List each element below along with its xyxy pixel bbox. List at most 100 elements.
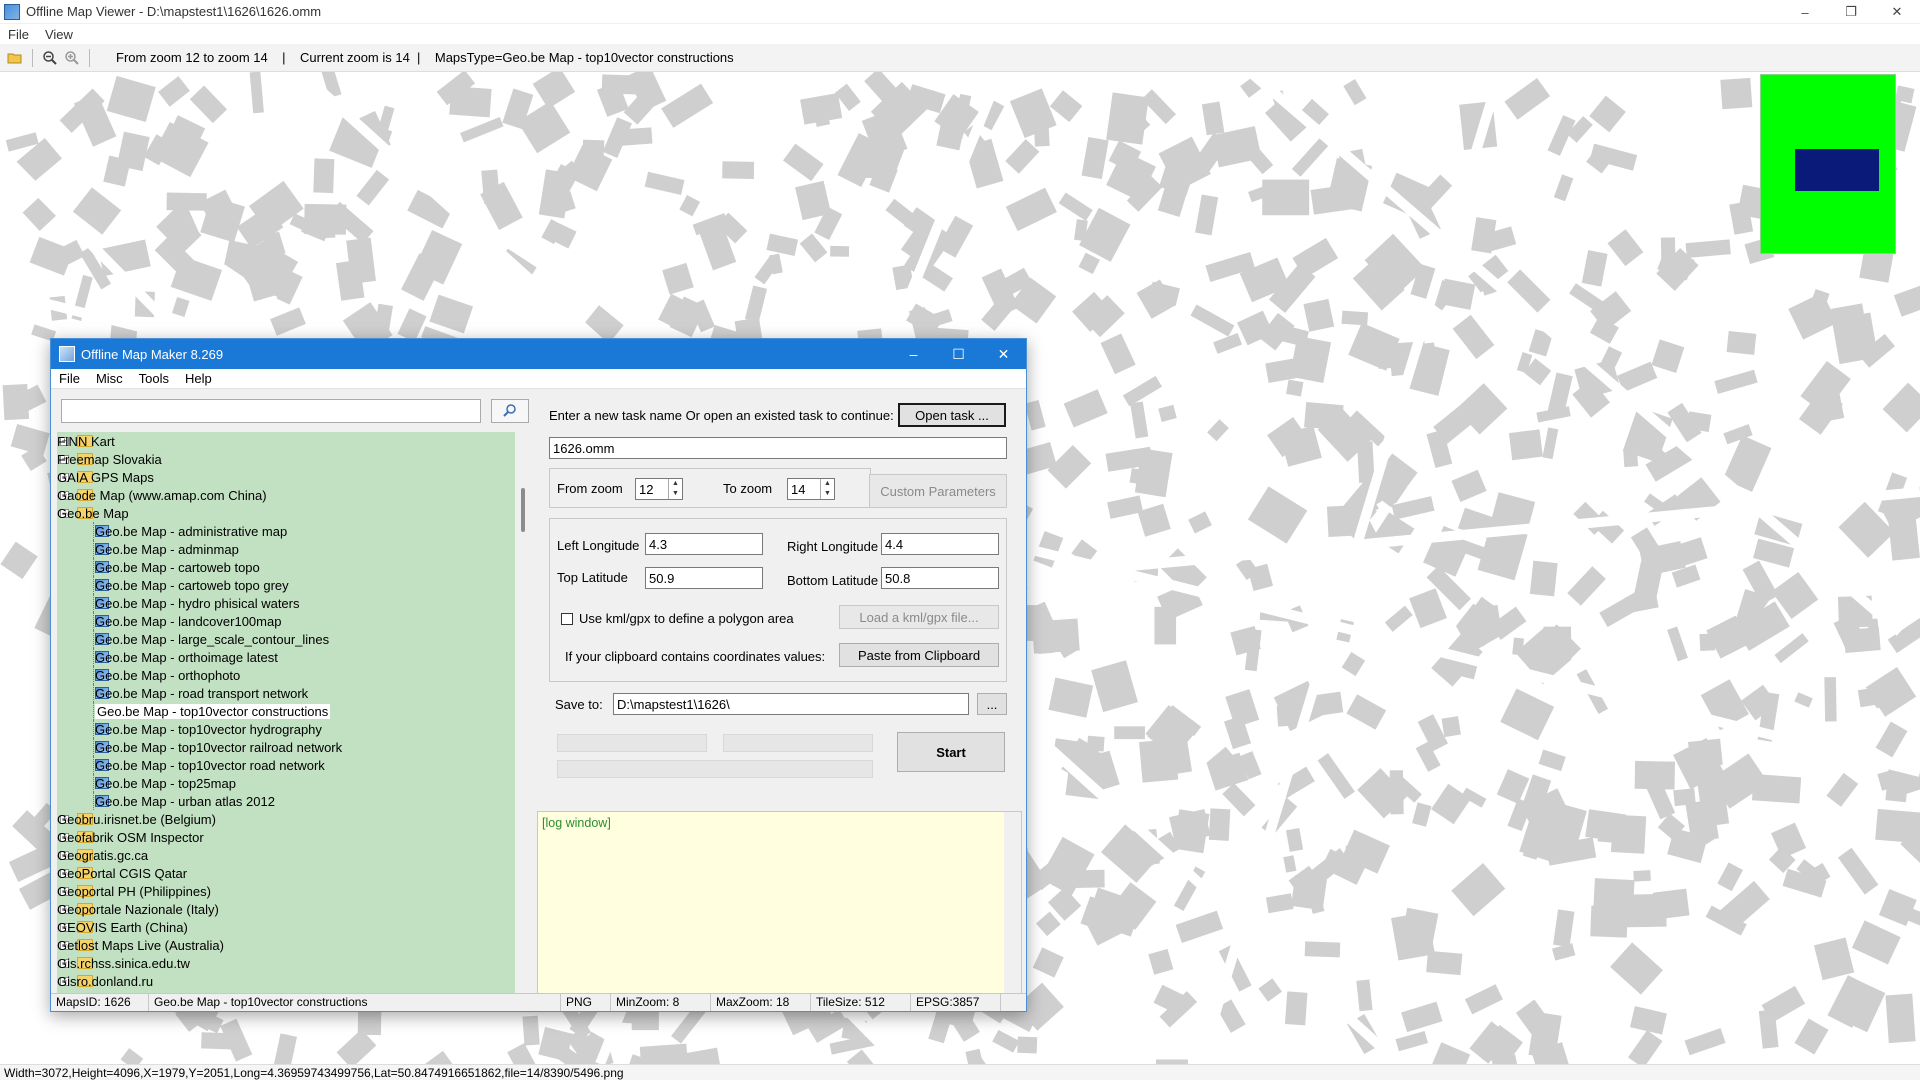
- spin-up-icon[interactable]: ▲: [821, 479, 834, 489]
- tree-node[interactable]: − Geo.be Map: [57, 504, 515, 522]
- task-name-field[interactable]: 1626.omm: [549, 437, 1007, 459]
- status-map-name: Geo.be Map - top10vector constructions: [149, 994, 561, 1011]
- tree-connector: [93, 720, 94, 738]
- tree-node[interactable]: + GeoPortal CGIS Qatar: [57, 864, 515, 882]
- spin-up-icon[interactable]: ▲: [669, 479, 682, 489]
- tree-node[interactable]: Geo.be Map - administrative map: [57, 522, 515, 540]
- tree-node[interactable]: Geo.be Map - orthophoto: [57, 666, 515, 684]
- tree-scrollbar[interactable]: [515, 432, 532, 994]
- search-button[interactable]: [491, 399, 529, 423]
- task-prompt-label: Enter a new task name Or open an existed…: [549, 408, 894, 423]
- tree-node-label: Geo.be Map - administrative map: [95, 523, 288, 539]
- log-text: [log window]: [542, 816, 611, 830]
- open-folder-icon[interactable]: [4, 47, 26, 69]
- zoom-in-icon[interactable]: [61, 47, 83, 69]
- paste-from-clipboard-button[interactable]: Paste from Clipboard: [839, 643, 999, 667]
- offline-map-maker-dialog: Offline Map Maker 8.269 – ☐ ✕ File Misc …: [50, 338, 1027, 1012]
- dialog-maximize-icon[interactable]: ☐: [936, 339, 981, 369]
- dialog-minimize-icon[interactable]: –: [891, 339, 936, 369]
- spin-down-icon[interactable]: ▼: [669, 489, 682, 499]
- tree-node[interactable]: Geo.be Map - hydro phisical waters: [57, 594, 515, 612]
- right-longitude-field[interactable]: 4.4: [881, 533, 999, 555]
- open-task-button[interactable]: Open task ...: [898, 403, 1006, 427]
- tree-scrollbar-thumb[interactable]: [521, 488, 525, 532]
- tree-node[interactable]: Geo.be Map - top10vector railroad networ…: [57, 738, 515, 756]
- tree-node[interactable]: + Geobru.irisnet.be (Belgium): [57, 810, 515, 828]
- tree-node[interactable]: + GAIA GPS Maps: [57, 468, 515, 486]
- to-zoom-spinner[interactable]: 14 ▲ ▼: [787, 478, 835, 500]
- tree-node[interactable]: Geo.be Map - top10vector road network: [57, 756, 515, 774]
- tree-node[interactable]: Geo.be Map - cartoweb topo grey: [57, 576, 515, 594]
- minimize-icon[interactable]: –: [1782, 0, 1828, 24]
- tree-connector: [93, 594, 94, 612]
- tree-node[interactable]: + Gis.rchss.sinica.edu.tw: [57, 954, 515, 972]
- tree-node[interactable]: Geo.be Map - landcover100map: [57, 612, 515, 630]
- tree-node[interactable]: + Getlost Maps Live (Australia): [57, 936, 515, 954]
- tree-node[interactable]: + Geogratis.gc.ca: [57, 846, 515, 864]
- tree-node[interactable]: + Gisro.donland.ru: [57, 972, 515, 990]
- clipboard-prompt-label: If your clipboard contains coordinates v…: [565, 649, 826, 664]
- window-titlebar: Offline Map Viewer - D:\mapstest1\1626\1…: [0, 0, 1920, 24]
- minimap-viewport[interactable]: [1795, 149, 1879, 191]
- tree-node[interactable]: + Geofabrik OSM Inspector: [57, 828, 515, 846]
- log-window[interactable]: [log window]: [537, 811, 1022, 994]
- custom-parameters-button[interactable]: Custom Parameters: [869, 474, 1007, 508]
- tree-node[interactable]: + Freemap Slovakia: [57, 450, 515, 468]
- tree-node[interactable]: + Gaode Map (www.amap.com China): [57, 486, 515, 504]
- dialog-menu-misc[interactable]: Misc: [88, 371, 131, 386]
- browse-button[interactable]: ...: [977, 693, 1007, 715]
- tree-connector: [93, 522, 94, 540]
- tree-node[interactable]: Geo.be Map - large_scale_contour_lines: [57, 630, 515, 648]
- viewer-statusbar: Width=3072,Height=4096,X=1979,Y=2051,Lon…: [0, 1064, 1920, 1080]
- tree-node[interactable]: + Geoportal PH (Philippines): [57, 882, 515, 900]
- tree-node[interactable]: + FINN Kart: [57, 432, 515, 450]
- dialog-menu-file[interactable]: File: [51, 371, 88, 386]
- tree-connector: [93, 630, 94, 648]
- tree-node[interactable]: + GEOVIS Earth (China): [57, 918, 515, 936]
- tree-node[interactable]: Geo.be Map - top25map: [57, 774, 515, 792]
- tree-node[interactable]: Geo.be Map - urban atlas 2012: [57, 792, 515, 810]
- close-icon[interactable]: ✕: [1874, 0, 1920, 24]
- map-search-input[interactable]: [61, 399, 481, 423]
- dialog-menu-tools[interactable]: Tools: [131, 371, 177, 386]
- tree-node[interactable]: Geo.be Map - road transport network: [57, 684, 515, 702]
- tree-node-label: Geo.be Map - large_scale_contour_lines: [95, 631, 330, 647]
- tree-node-label: Getlost Maps Live (Australia): [57, 937, 224, 953]
- kml-checkbox[interactable]: [561, 613, 573, 625]
- minimap[interactable]: [1760, 74, 1896, 254]
- map-source-tree[interactable]: + FINN Kart + Freemap Slovakia + GAIA GPS Map…: [57, 432, 515, 994]
- top-latitude-field[interactable]: 50.9: [645, 567, 763, 589]
- tree-connector: [93, 558, 94, 576]
- tree-node-label: Freemap Slovakia: [57, 451, 162, 467]
- log-scrollbar[interactable]: [1004, 812, 1021, 993]
- tree-node-label: Geobru.irisnet.be (Belgium): [57, 811, 216, 827]
- tree-node[interactable]: Geo.be Map - adminmap: [57, 540, 515, 558]
- zoom-out-icon[interactable]: [39, 47, 61, 69]
- dialog-close-icon[interactable]: ✕: [981, 339, 1026, 369]
- tree-node[interactable]: + Geoportale Nazionale (Italy): [57, 900, 515, 918]
- tree-node[interactable]: Geo.be Map - cartoweb topo: [57, 558, 515, 576]
- left-longitude-field[interactable]: 4.3: [645, 533, 763, 555]
- tree-connector: [93, 756, 94, 774]
- tree-node[interactable]: Geo.be Map - top10vector hydrography: [57, 720, 515, 738]
- from-zoom-spinner[interactable]: 12 ▲ ▼: [635, 478, 683, 500]
- start-button[interactable]: Start: [897, 732, 1005, 772]
- tree-node[interactable]: Geo.be Map - orthoimage latest: [57, 648, 515, 666]
- spin-down-icon[interactable]: ▼: [821, 489, 834, 499]
- tree-node-label: Geo.be Map - urban atlas 2012: [95, 793, 275, 809]
- save-to-label: Save to:: [555, 697, 603, 712]
- right-longitude-label: Right Longitude: [787, 539, 879, 554]
- save-to-field[interactable]: D:\mapstest1\1626\: [613, 693, 969, 715]
- dialog-menu-help[interactable]: Help: [177, 371, 220, 386]
- tree-node-label: GAIA GPS Maps: [57, 469, 154, 485]
- bottom-latitude-field[interactable]: 50.8: [881, 567, 999, 589]
- menu-file[interactable]: File: [0, 27, 37, 42]
- tree-node[interactable]: Geo.be Map - top10vector constructions: [57, 702, 515, 720]
- restore-icon[interactable]: ❐: [1828, 0, 1874, 24]
- to-zoom-arrows[interactable]: ▲ ▼: [820, 479, 834, 499]
- map-source-pane: + FINN Kart + Freemap Slovakia + GAIA GPS Map…: [57, 394, 532, 994]
- from-zoom-arrows[interactable]: ▲ ▼: [668, 479, 682, 499]
- menu-view[interactable]: View: [37, 27, 81, 42]
- load-kml-button[interactable]: Load a kml/gpx file...: [839, 605, 999, 629]
- progress-bar-total: [557, 760, 873, 778]
